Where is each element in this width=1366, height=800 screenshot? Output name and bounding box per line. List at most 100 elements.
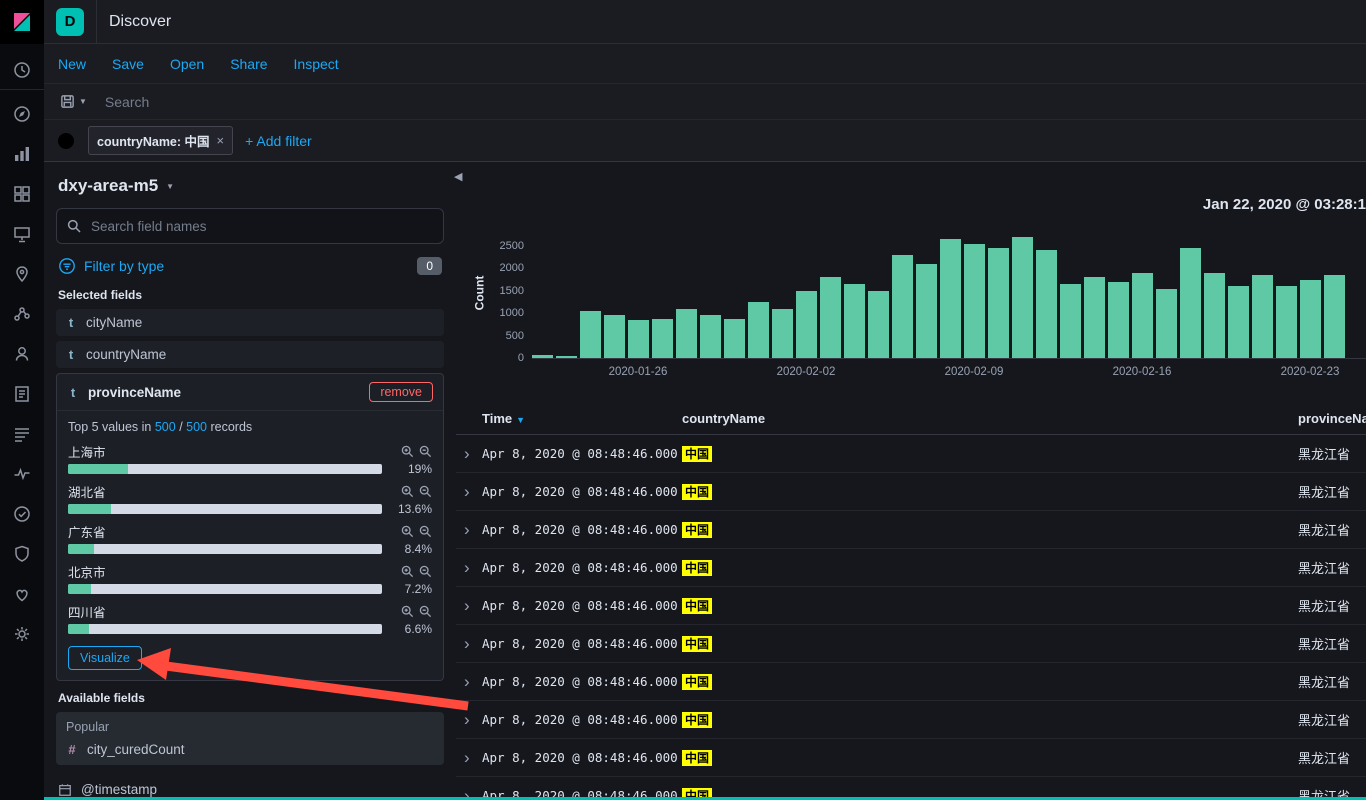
magnify-minus-icon[interactable] bbox=[419, 525, 432, 538]
visualize-icon[interactable] bbox=[0, 134, 44, 174]
histogram-bar[interactable] bbox=[940, 239, 961, 358]
siem-icon[interactable] bbox=[0, 534, 44, 574]
recently-viewed-icon[interactable] bbox=[0, 50, 44, 90]
histogram-bar[interactable] bbox=[964, 244, 985, 358]
kibana-logo[interactable] bbox=[0, 0, 44, 44]
expand-row-icon[interactable]: › bbox=[456, 559, 482, 576]
magnify-plus-icon[interactable] bbox=[401, 525, 414, 538]
records-link[interactable]: 500 bbox=[186, 420, 207, 434]
expand-row-icon[interactable]: › bbox=[456, 483, 482, 500]
share-button[interactable]: Share bbox=[230, 56, 267, 72]
maps-icon[interactable] bbox=[0, 254, 44, 294]
magnify-plus-icon[interactable] bbox=[401, 485, 414, 498]
monitoring-icon[interactable] bbox=[0, 574, 44, 614]
filter-pill-countryname[interactable]: countryName: 中国 × bbox=[88, 126, 233, 155]
histogram-bar[interactable] bbox=[1012, 237, 1033, 358]
save-button[interactable]: Save bbox=[112, 56, 144, 72]
records-link[interactable]: 500 bbox=[155, 420, 176, 434]
graph-icon[interactable] bbox=[0, 334, 44, 374]
magnify-minus-icon[interactable] bbox=[419, 485, 432, 498]
histogram-bar[interactable] bbox=[892, 255, 913, 358]
histogram-bar[interactable] bbox=[988, 248, 1009, 358]
expand-row-icon[interactable]: › bbox=[456, 711, 482, 728]
table-row[interactable]: › Apr 8, 2020 @ 08:48:46.000 中国 黑龙江省 bbox=[456, 739, 1366, 777]
machine-learning-icon[interactable] bbox=[0, 294, 44, 334]
observability-icon[interactable] bbox=[0, 374, 44, 414]
table-row[interactable]: › Apr 8, 2020 @ 08:48:46.000 中国 黑龙江省 bbox=[456, 435, 1366, 473]
column-time[interactable]: Time▼ bbox=[482, 411, 682, 426]
expand-row-icon[interactable]: › bbox=[456, 597, 482, 614]
magnify-plus-icon[interactable] bbox=[401, 605, 414, 618]
histogram-bar[interactable] bbox=[748, 302, 769, 358]
column-provincename[interactable]: provinceName bbox=[1298, 411, 1366, 426]
histogram-bar[interactable] bbox=[916, 264, 937, 358]
magnify-minus-icon[interactable] bbox=[419, 605, 432, 618]
histogram-bar[interactable] bbox=[556, 356, 577, 358]
histogram-bar[interactable] bbox=[1276, 286, 1297, 358]
histogram-bar[interactable] bbox=[532, 355, 553, 358]
filter-by-type[interactable]: Filter by type 0 bbox=[58, 257, 442, 275]
histogram-bar[interactable] bbox=[1324, 275, 1345, 358]
table-row[interactable]: › Apr 8, 2020 @ 08:48:46.000 中国 黑龙江省 bbox=[456, 473, 1366, 511]
histogram-bar[interactable] bbox=[628, 320, 649, 358]
histogram-bar[interactable] bbox=[796, 291, 817, 358]
histogram-bar[interactable] bbox=[1252, 275, 1273, 358]
visualize-button[interactable]: Visualize bbox=[68, 646, 142, 670]
histogram-bar[interactable] bbox=[1300, 280, 1321, 358]
stack-management-icon[interactable] bbox=[0, 614, 44, 654]
logs-icon[interactable] bbox=[0, 414, 44, 454]
filter-pill-close-icon[interactable]: × bbox=[217, 133, 225, 148]
histogram-bar[interactable] bbox=[1204, 273, 1225, 358]
histogram-bar[interactable] bbox=[724, 319, 745, 358]
expand-row-icon[interactable]: › bbox=[456, 635, 482, 652]
time-range-label[interactable]: Jan 22, 2020 @ 03:28:1 bbox=[456, 196, 1366, 213]
histogram-bar[interactable] bbox=[1060, 284, 1081, 358]
histogram-bar[interactable] bbox=[652, 319, 673, 358]
inspect-button[interactable]: Inspect bbox=[294, 56, 339, 72]
collapse-panel-icon[interactable]: ◀ bbox=[454, 170, 462, 183]
magnify-minus-icon[interactable] bbox=[419, 565, 432, 578]
histogram-bar[interactable] bbox=[1036, 250, 1057, 358]
field-item-city-curedcount[interactable]: # city_curedCount bbox=[66, 742, 434, 757]
table-row[interactable]: › Apr 8, 2020 @ 08:48:46.000 中国 黑龙江省 bbox=[456, 511, 1366, 549]
index-pattern-selector[interactable]: dxy-area-m5 ▼ bbox=[58, 176, 442, 196]
table-row[interactable]: › Apr 8, 2020 @ 08:48:46.000 中国 黑龙江省 bbox=[456, 625, 1366, 663]
saved-query-button[interactable]: ▼ bbox=[54, 94, 93, 109]
histogram-bar[interactable] bbox=[1156, 289, 1177, 358]
magnify-plus-icon[interactable] bbox=[401, 565, 414, 578]
histogram-bar[interactable] bbox=[772, 309, 793, 358]
column-countryname[interactable]: countryName bbox=[682, 411, 1298, 426]
histogram-bar[interactable] bbox=[844, 284, 865, 358]
histogram-bar[interactable] bbox=[1180, 248, 1201, 358]
field-search-input[interactable] bbox=[56, 208, 444, 244]
table-row[interactable]: › Apr 8, 2020 @ 08:48:46.000 中国 黑龙江省 bbox=[456, 587, 1366, 625]
histogram-bar[interactable] bbox=[1228, 286, 1249, 358]
expand-row-icon[interactable]: › bbox=[456, 445, 482, 462]
space-badge[interactable]: D bbox=[56, 8, 84, 36]
field-item-countryname[interactable]: t countryName bbox=[56, 341, 444, 368]
histogram-bar[interactable] bbox=[820, 277, 841, 358]
histogram-bar[interactable] bbox=[1108, 282, 1129, 358]
histogram-bar[interactable] bbox=[604, 315, 625, 358]
field-item-cityname[interactable]: t cityName bbox=[56, 309, 444, 336]
canvas-icon[interactable] bbox=[0, 214, 44, 254]
open-button[interactable]: Open bbox=[170, 56, 204, 72]
sort-desc-icon[interactable]: ▼ bbox=[516, 415, 525, 425]
search-input[interactable] bbox=[103, 93, 1356, 111]
expand-row-icon[interactable]: › bbox=[456, 673, 482, 690]
uptime-icon[interactable] bbox=[0, 494, 44, 534]
remove-field-button[interactable]: remove bbox=[369, 382, 433, 402]
histogram-bar[interactable] bbox=[700, 315, 721, 358]
table-row[interactable]: › Apr 8, 2020 @ 08:48:46.000 中国 黑龙江省 bbox=[456, 549, 1366, 587]
new-button[interactable]: New bbox=[58, 56, 86, 72]
expand-row-icon[interactable]: › bbox=[456, 749, 482, 766]
histogram-bar[interactable] bbox=[676, 309, 697, 358]
magnify-minus-icon[interactable] bbox=[419, 445, 432, 458]
filter-options-icon[interactable] bbox=[56, 131, 76, 151]
apm-icon[interactable] bbox=[0, 454, 44, 494]
table-row[interactable]: › Apr 8, 2020 @ 08:48:46.000 中国 黑龙江省 bbox=[456, 701, 1366, 739]
histogram-bar[interactable] bbox=[868, 291, 889, 358]
expand-row-icon[interactable]: › bbox=[456, 521, 482, 538]
table-row[interactable]: › Apr 8, 2020 @ 08:48:46.000 中国 黑龙江省 bbox=[456, 663, 1366, 701]
histogram-bar[interactable] bbox=[1132, 273, 1153, 358]
